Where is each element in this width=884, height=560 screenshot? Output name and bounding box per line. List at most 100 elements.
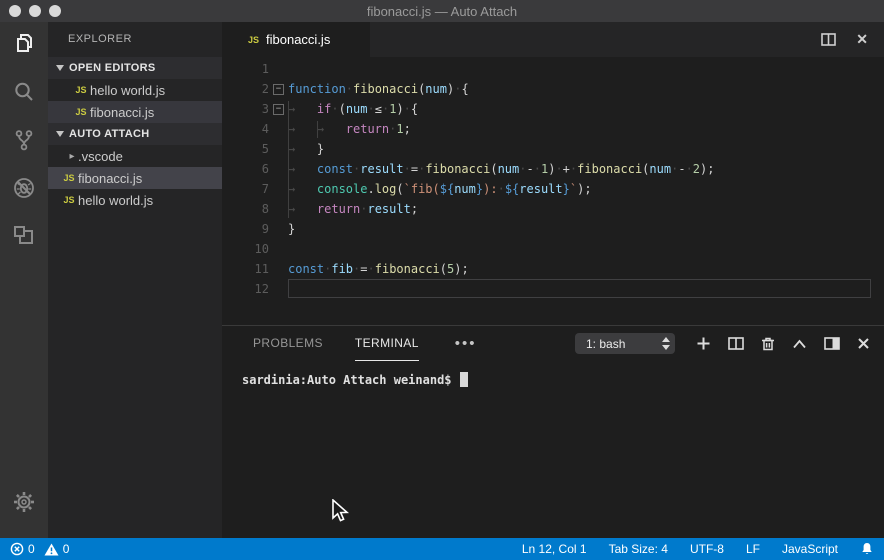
maximize-panel-icon[interactable]	[792, 339, 807, 349]
line-number[interactable]: 11	[222, 259, 269, 279]
select-stepper-icon	[662, 337, 670, 350]
terminal-shell-select[interactable]: 1: bash	[575, 333, 675, 354]
cursor-position-status[interactable]: Ln 12, Col 1	[522, 542, 587, 556]
fold-marker-icon[interactable]: −	[269, 79, 288, 99]
code-line-content	[288, 239, 871, 259]
item-label: fibonacci.js	[90, 105, 154, 120]
eol-status[interactable]: LF	[746, 542, 760, 556]
zoom-window-button[interactable]	[49, 5, 61, 17]
sidebar-item--vscode[interactable]: ▸.vscode	[48, 145, 222, 167]
line-number[interactable]: 9	[222, 219, 269, 239]
fold-gutter	[269, 179, 288, 199]
error-count: 0	[28, 542, 35, 556]
new-terminal-icon[interactable]	[696, 336, 711, 351]
kill-terminal-icon[interactable]	[761, 336, 775, 351]
window-title: fibonacci.js — Auto Attach	[367, 4, 517, 19]
code-line-content: →return·result;	[288, 199, 871, 219]
tab-terminal[interactable]: TERMINAL	[355, 326, 419, 361]
sidebar-item-hello-world-js[interactable]: JShello world.js	[48, 79, 222, 101]
window-controls	[9, 5, 61, 17]
split-editor-icon[interactable]	[821, 33, 836, 46]
sidebar-item-fibonacci-js[interactable]: JSfibonacci.js	[48, 101, 222, 123]
explorer-activity-button[interactable]	[0, 22, 48, 70]
indent-guide	[317, 121, 318, 138]
tab-problems[interactable]: PROBLEMS	[253, 326, 323, 361]
line-number[interactable]: 5	[222, 139, 269, 159]
line-number[interactable]: 2	[222, 79, 269, 99]
chevron-expanded-icon	[56, 65, 64, 71]
close-panel-icon[interactable]	[857, 337, 870, 350]
code-line: 7→console.log(`fib(${num}):·${result}`);	[222, 179, 884, 199]
fold-marker-icon[interactable]: −	[269, 99, 288, 119]
minimize-window-button[interactable]	[29, 5, 41, 17]
section-label: OPEN EDITORS	[69, 62, 156, 74]
code-line: 4→→return·1;	[222, 119, 884, 139]
fold-gutter	[269, 239, 288, 259]
folder-chevron-icon: ▸	[66, 151, 78, 162]
title-bar: fibonacci.js — Auto Attach	[0, 0, 884, 22]
code-line: 5 →}	[222, 139, 884, 159]
fold-gutter	[269, 119, 288, 139]
close-editor-icon[interactable]: ✕	[856, 31, 868, 48]
line-number[interactable]: 8	[222, 199, 269, 219]
shell-select-value: 1: bash	[586, 337, 625, 351]
line-number[interactable]: 4	[222, 119, 269, 139]
tab-size-status[interactable]: Tab Size: 4	[609, 542, 668, 556]
terminal-prompt: sardinia:Auto Attach weinand$	[242, 373, 452, 387]
code-line: 10	[222, 239, 884, 259]
line-number[interactable]: 1	[222, 59, 269, 79]
debug-activity-button[interactable]	[0, 166, 48, 214]
line-number[interactable]: 12	[222, 279, 269, 299]
code-line: 3−→if·(num·≤·1)·{	[222, 99, 884, 119]
sidebar-item-hello-world-js[interactable]: JShello world.js	[48, 189, 222, 211]
errors-icon	[10, 542, 24, 556]
section-header[interactable]: OPEN EDITORS	[48, 57, 222, 79]
code-line-content: →}	[288, 139, 871, 159]
sidebar-item-fibonacci-js[interactable]: JSfibonacci.js	[48, 167, 222, 189]
line-number[interactable]: 7	[222, 179, 269, 199]
code-editor[interactable]: 12−function·fibonacci(num)·{3−→if·(num·≤…	[222, 57, 884, 325]
source-control-icon	[11, 127, 37, 158]
move-panel-icon[interactable]	[824, 337, 840, 350]
line-number[interactable]: 3	[222, 99, 269, 119]
fold-gutter	[269, 219, 288, 239]
close-window-button[interactable]	[9, 5, 21, 17]
bell-icon[interactable]	[860, 542, 874, 556]
code-line-content: →if·(num·≤·1)·{	[288, 99, 871, 119]
debug-icon	[11, 175, 37, 206]
code-line: 12	[222, 279, 884, 299]
search-icon	[11, 79, 37, 110]
extensions-activity-button[interactable]	[0, 214, 48, 262]
code-line: 9}	[222, 219, 884, 239]
item-label: fibonacci.js	[78, 171, 142, 186]
warning-count: 0	[63, 542, 70, 556]
fold-gutter	[269, 199, 288, 219]
fold-gutter	[269, 139, 288, 159]
language-mode-status[interactable]: JavaScript	[782, 542, 838, 556]
explorer-sidebar: EXPLORER OPEN EDITORSJShello world.jsJSf…	[48, 22, 222, 538]
code-line-content: →const·result·=·fibonacci(num·-·1)·+·fib…	[288, 159, 871, 179]
problems-status-button[interactable]: 0 0	[10, 542, 69, 556]
split-terminal-icon[interactable]	[728, 337, 744, 350]
tab-fibonacci-js[interactable]: JS fibonacci.js	[222, 22, 370, 57]
source-control-activity-button[interactable]	[0, 118, 48, 166]
line-number[interactable]: 6	[222, 159, 269, 179]
activity-bar	[0, 22, 48, 538]
code-line-content: function·fibonacci(num)·{	[288, 79, 871, 99]
bottom-panel: PROBLEMS TERMINAL ••• 1: bash	[222, 325, 884, 538]
search-activity-button[interactable]	[0, 70, 48, 118]
section-header[interactable]: AUTO ATTACH	[48, 123, 222, 145]
terminal-output[interactable]: sardinia:Auto Attach weinand$	[222, 361, 884, 387]
code-line: 8 →return·result;	[222, 199, 884, 219]
files-explorer-icon	[11, 31, 37, 62]
code-line: 1	[222, 59, 884, 79]
encoding-status[interactable]: UTF-8	[690, 542, 724, 556]
tab-label: fibonacci.js	[266, 32, 330, 47]
status-bar: 0 0 Ln 12, Col 1 Tab Size: 4 UTF-8 LF Ja…	[0, 538, 884, 560]
more-actions-icon[interactable]: •••	[455, 335, 477, 352]
js-file-icon: JS	[60, 195, 78, 205]
chevron-expanded-icon	[56, 131, 64, 137]
line-number[interactable]: 10	[222, 239, 269, 259]
js-file-icon: JS	[60, 173, 78, 183]
settings-button[interactable]	[0, 480, 48, 528]
